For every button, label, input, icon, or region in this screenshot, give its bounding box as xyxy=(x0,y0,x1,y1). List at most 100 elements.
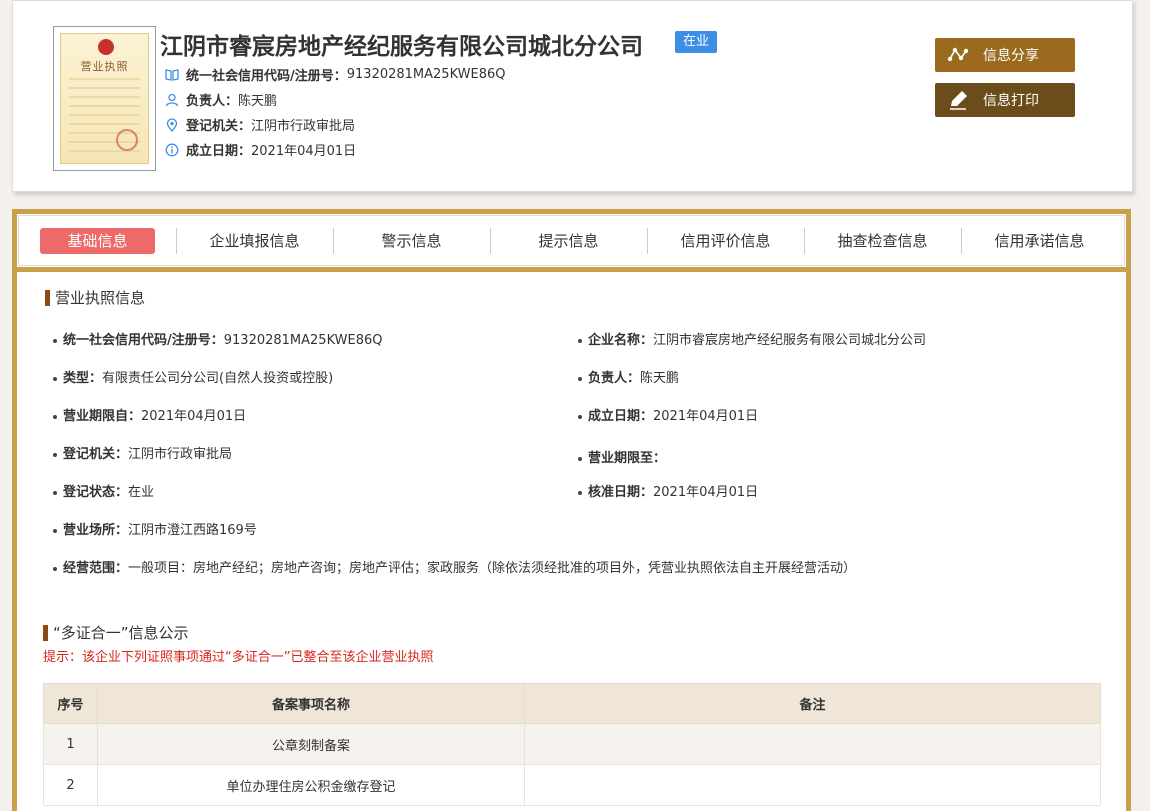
company-name-title: 江阴市睿宸房地产经纪服务有限公司城北分公司 xyxy=(160,34,643,60)
person-icon xyxy=(164,92,180,108)
field-label: 统一社会信用代码/注册号： xyxy=(63,333,224,348)
tab-warning-info-label: 警示信息 xyxy=(381,231,442,250)
national-emblem-icon xyxy=(98,39,114,55)
field-business-scope: 经营范围：一般项目：房地产经纪；房地产咨询；房地产评估；家政服务（除依法须经批准… xyxy=(53,557,856,576)
field-value: 2021年04月01日 xyxy=(653,485,759,500)
column-header-remark: 备注 xyxy=(524,683,1101,724)
field-label: 成立日期： xyxy=(588,409,654,424)
field-approval-date: 核准日期：2021年04月01日 xyxy=(578,481,758,500)
cell-index: 1 xyxy=(43,723,98,765)
field-label: 核准日期： xyxy=(588,485,654,500)
field-label: 企业名称： xyxy=(588,333,654,348)
license-section-title: 营业执照信息 xyxy=(45,287,145,308)
tab-notice-info-label: 提示信息 xyxy=(538,231,599,250)
bullet xyxy=(578,338,582,343)
cell-index: 2 xyxy=(43,764,98,806)
field-value: 江阴市行政审批局 xyxy=(128,447,233,462)
field-established: 成立日期：2021年04月01日 xyxy=(578,405,758,424)
field-company-name: 企业名称：江阴市睿宸房地产经纪服务有限公司城北分公司 xyxy=(578,329,926,348)
bullet xyxy=(53,566,57,571)
legal-rep-row: 负责人： 陈天鹏 xyxy=(164,90,277,109)
field-value: 江阴市睿宸房地产经纪服务有限公司城北分公司 xyxy=(653,333,927,348)
field-value: 2021年04月01日 xyxy=(141,409,247,424)
field-label: 营业期限自： xyxy=(63,409,142,424)
tab-notice-info[interactable]: 提示信息 xyxy=(490,227,647,254)
field-reg-status: 登记状态：在业 xyxy=(53,481,154,500)
print-button[interactable]: 信息打印 xyxy=(935,83,1075,117)
bullet xyxy=(53,338,57,343)
bullet xyxy=(578,376,582,381)
field-label: 经营范围： xyxy=(63,561,129,576)
credit-code-row: 统一社会信用代码/注册号： 91320281MA25KWE86Q xyxy=(164,65,505,84)
tab-inspection-info[interactable]: 抽查检查信息 xyxy=(804,227,961,254)
bullet xyxy=(578,414,582,419)
table-row: 2 单位办理住房公积金缴存登记 xyxy=(43,764,1101,806)
cell-remark xyxy=(524,723,1101,765)
bullet xyxy=(53,376,57,381)
authority-value: 江阴市行政审批局 xyxy=(251,119,356,134)
pencil-icon xyxy=(947,89,969,111)
field-value: 一般项目：房地产经纪；房地产咨询；房地产评估；家政服务（除依法须经批准的项目外，… xyxy=(128,561,857,576)
column-header-item-name: 备案事项名称 xyxy=(97,683,525,724)
field-value: 91320281MA25KWE86Q xyxy=(223,333,383,348)
established-value: 2021年04月01日 xyxy=(251,144,357,159)
legal-rep-label: 负责人： xyxy=(186,94,239,109)
book-icon xyxy=(164,67,180,83)
location-pin-icon xyxy=(164,117,180,133)
table-row: 1 公章刻制备案 xyxy=(43,723,1101,765)
field-type: 类型：有限责任公司分公司(自然人投资或控股) xyxy=(53,367,333,386)
tab-enterprise-report[interactable]: 企业填报信息 xyxy=(176,227,333,254)
field-legal-rep: 负责人：陈天鹏 xyxy=(578,367,679,386)
established-label: 成立日期： xyxy=(186,144,252,159)
info-tabs: 基础信息 企业填报信息 警示信息 提示信息 信用评价信息 抽查检查信息 信用承诺… xyxy=(17,214,1126,272)
multi-cert-section-title-text: “多证合一”信息公示 xyxy=(53,624,189,642)
section-marker xyxy=(43,624,48,641)
field-value: 有限责任公司分公司(自然人投资或控股) xyxy=(102,371,334,386)
share-button[interactable]: 信息分享 xyxy=(935,38,1075,72)
print-button-label: 信息打印 xyxy=(983,93,1039,109)
cell-item-name: 单位办理住房公积金缴存登记 xyxy=(97,764,525,806)
field-value: 江阴市澄江西路169号 xyxy=(128,523,257,538)
authority-label: 登记机关： xyxy=(186,119,252,134)
field-credit-code: 统一社会信用代码/注册号：91320281MA25KWE86Q xyxy=(53,329,382,348)
column-header-index: 序号 xyxy=(43,683,98,724)
field-value: 在业 xyxy=(128,485,155,500)
authority-row: 登记机关： 江阴市行政审批局 xyxy=(164,115,355,134)
detail-frame: 基础信息 企业填报信息 警示信息 提示信息 信用评价信息 抽查检查信息 信用承诺… xyxy=(12,209,1131,811)
multi-cert-section-title: “多证合一”信息公示 xyxy=(43,622,189,643)
tab-basic-info[interactable]: 基础信息 xyxy=(19,227,176,254)
cell-item-name: 公章刻制备案 xyxy=(97,723,525,765)
tab-basic-info-label: 基础信息 xyxy=(40,227,155,254)
field-term-to: 营业期限至： xyxy=(578,447,666,466)
tab-credit-commitment[interactable]: 信用承诺信息 xyxy=(961,227,1118,254)
license-image: 营业执照 xyxy=(60,33,149,164)
field-label: 登记状态： xyxy=(63,485,129,500)
official-seal-icon xyxy=(116,129,138,151)
legal-rep-value: 陈天鹏 xyxy=(238,94,278,109)
multi-cert-hint: 提示：该企业下列证照事项通过“多证合一”已整合至该企业营业执照 xyxy=(43,650,434,665)
share-icon xyxy=(947,44,969,66)
business-license-thumbnail[interactable]: 营业执照 xyxy=(53,26,156,171)
tab-credit-rating-label: 信用评价信息 xyxy=(680,231,771,250)
bullet xyxy=(53,414,57,419)
field-term-from: 营业期限自：2021年04月01日 xyxy=(53,405,246,424)
tab-inspection-info-label: 抽查检查信息 xyxy=(837,231,928,250)
tab-credit-commitment-label: 信用承诺信息 xyxy=(994,231,1085,250)
tab-enterprise-report-label: 企业填报信息 xyxy=(209,231,300,250)
credit-code-value: 91320281MA25KWE86Q xyxy=(346,67,506,82)
license-thumb-title: 营业执照 xyxy=(80,60,129,73)
status-badge: 在业 xyxy=(675,31,718,53)
field-label: 营业期限至： xyxy=(588,451,667,466)
established-row: 成立日期： 2021年04月01日 xyxy=(164,140,356,159)
field-address: 营业场所：江阴市澄江西路169号 xyxy=(53,519,257,538)
field-label: 类型： xyxy=(63,371,103,386)
field-label: 营业场所： xyxy=(63,523,129,538)
info-icon xyxy=(164,142,180,158)
basic-info-panel: 营业执照信息 统一社会信用代码/注册号：91320281MA25KWE86Q 企… xyxy=(17,272,1126,811)
company-header-card: 营业执照 江阴市睿宸房地产经纪服务有限公司城北分公司 在业 统一社会信用代码/注… xyxy=(12,0,1133,192)
bullet xyxy=(53,528,57,533)
tab-warning-info[interactable]: 警示信息 xyxy=(333,227,490,254)
license-section-title-text: 营业执照信息 xyxy=(55,289,146,307)
info-tabs-inner: 基础信息 企业填报信息 警示信息 提示信息 信用评价信息 抽查检查信息 信用承诺… xyxy=(18,215,1125,266)
tab-credit-rating[interactable]: 信用评价信息 xyxy=(647,227,804,254)
